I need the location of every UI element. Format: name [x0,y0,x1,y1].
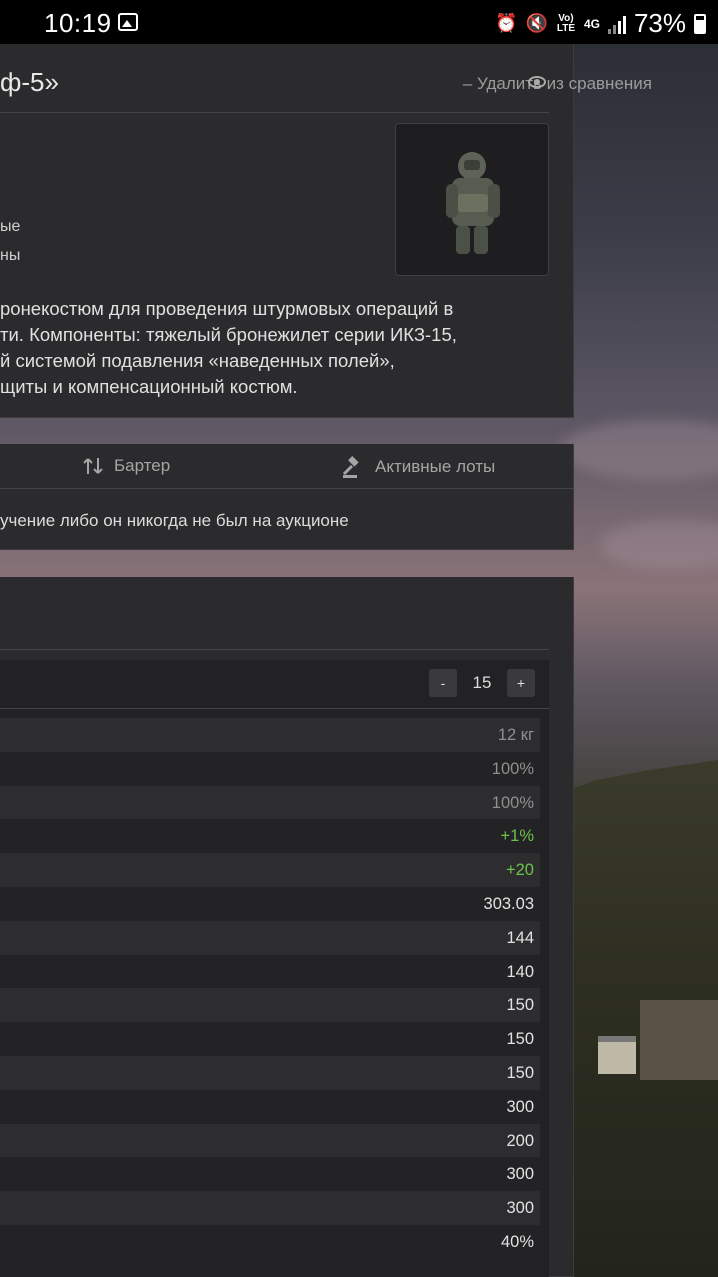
table-row: 100% [0,785,540,820]
eye-icon[interactable] [528,76,546,88]
table-row: 100% [0,751,540,786]
description-line: й системой подавления «наведенных полей»… [0,350,395,371]
decrement-button[interactable]: - [429,669,457,697]
table-row: +1% [0,819,540,854]
table-row: 300 [0,1157,540,1192]
armor-suit-icon [446,152,500,254]
table-row: +20 [0,853,540,888]
tab-barter[interactable]: Бартер [82,456,170,476]
tab-lots-label: Активные лоты [375,457,496,476]
tab-barter-label: Бартер [114,456,171,475]
network-type-icon: 4G [583,16,600,31]
increment-button[interactable]: + [507,669,535,697]
item-title: ф-5» [0,67,59,97]
description-line: ти. Компоненты: тяжелый бронежилет серии… [0,324,457,345]
tab-active-lots[interactable]: Активные лоты [341,456,495,478]
table-row: 144 [0,920,540,955]
table-row: 150 [0,1022,540,1057]
description-line: щиты и компенсационный костюм. [0,376,298,397]
mute-icon: 🔇 [525,13,548,33]
description-line: ронекостюм для проведения штурмовых опер… [0,298,454,319]
table-row: 12 кг [0,718,540,752]
divider [0,112,549,113]
item-image[interactable] [395,123,549,276]
item-description: ронекостюм для проведения штурмовых опер… [0,296,560,400]
alarm-icon: ⏰ [495,13,518,33]
auction-notice: учение либо он никогда не был на аукцион… [0,511,349,530]
table-row: 300 [0,1191,540,1226]
table-row: 200 [0,1123,540,1158]
status-time: 10:19 [44,8,112,38]
gallery-notification-icon [118,13,138,31]
level-stepper: - 15 + [429,669,535,697]
status-bar: 10:19 ⏰ 🔇 Vo) LTE 4G 73% [0,0,718,44]
gavel-icon [342,456,359,478]
divider [0,708,549,709]
table-row: 150 [0,988,540,1023]
table-row: 303.03 [0,887,540,921]
swap-icon [83,458,103,474]
volte-icon: Vo) LTE [556,12,576,34]
table-row: 40% [0,1225,540,1259]
table-row: 150 [0,1056,540,1090]
divider [0,649,549,650]
battery-percent: 73% [633,8,686,38]
divider [0,488,574,489]
level-value: 15 [472,673,492,692]
remove-from-compare-button[interactable]: – Удалить из сравнения [463,74,652,94]
item-attribute: ны [0,247,21,264]
table-row: 300 [0,1089,540,1124]
battery-icon [694,13,706,34]
table-row: 140 [0,954,540,989]
signal-icon [607,14,626,34]
item-attribute: ые [0,218,21,235]
